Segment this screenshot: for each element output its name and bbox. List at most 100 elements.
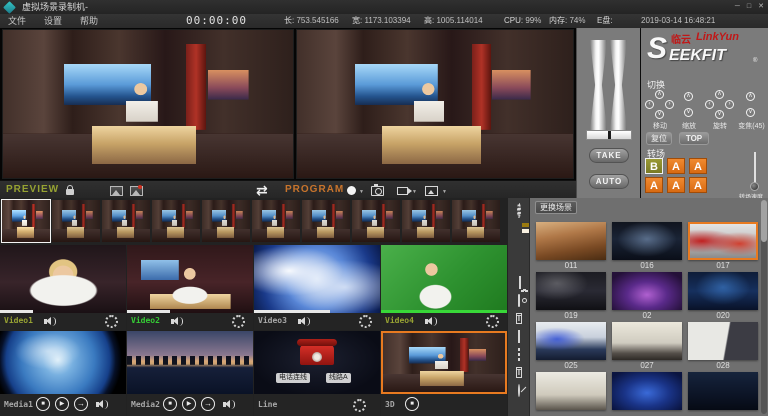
- chevron-up-icon[interactable]: [746, 92, 755, 101]
- tbar-handle-left[interactable]: [590, 40, 607, 130]
- transition-key-a1[interactable]: A: [667, 158, 685, 174]
- scene-thumb-028[interactable]: [688, 322, 758, 360]
- disable-icon[interactable]: [513, 385, 525, 397]
- save-scene-icon[interactable]: [513, 223, 525, 235]
- stop-icon[interactable]: [163, 397, 177, 411]
- chevron-right-icon[interactable]: [665, 100, 674, 109]
- transition-speed-knob[interactable]: [750, 182, 759, 191]
- transition-key-a3[interactable]: A: [645, 177, 663, 193]
- gear-icon[interactable]: [232, 315, 245, 328]
- overlay-image-remove-icon[interactable]: [130, 186, 143, 196]
- gear-icon[interactable]: [105, 315, 118, 328]
- loop-icon[interactable]: [74, 397, 88, 411]
- gear-icon[interactable]: [359, 315, 372, 328]
- lock-icon[interactable]: [66, 189, 74, 195]
- play-icon[interactable]: [55, 397, 69, 411]
- scene-thumb-row4-1[interactable]: [536, 372, 606, 410]
- take-button[interactable]: TAKE: [589, 148, 629, 163]
- chevron-down-icon[interactable]: [655, 110, 664, 119]
- lighting-icon[interactable]: [513, 295, 525, 307]
- chevron-down-icon[interactable]: [746, 108, 755, 117]
- camera-angle-thumb-6[interactable]: [252, 200, 300, 242]
- scene-thumb-019[interactable]: [536, 272, 606, 310]
- speaker-icon[interactable]: [171, 317, 183, 326]
- auto-button[interactable]: AUTO: [589, 174, 629, 189]
- transition-key-b[interactable]: B: [645, 158, 663, 174]
- change-scene-tab[interactable]: 更换场景: [535, 201, 577, 214]
- media2-thumbnail[interactable]: [127, 331, 253, 394]
- scene-thumb-020[interactable]: [688, 272, 758, 310]
- chevron-right-icon[interactable]: [725, 100, 734, 109]
- picture-caret-icon[interactable]: ▼: [442, 189, 447, 195]
- settings-gear-icon[interactable]: [513, 205, 525, 217]
- transition-speed-slider[interactable]: [754, 152, 756, 186]
- 3d-scene-thumbnail[interactable]: [381, 331, 507, 394]
- stop-icon[interactable]: [405, 397, 419, 411]
- capture-caret-icon[interactable]: ▼: [412, 189, 417, 195]
- swap-preview-program-icon[interactable]: ⇄: [256, 182, 268, 199]
- transition-key-a2[interactable]: A: [689, 158, 707, 174]
- camera-angle-thumb-10[interactable]: [452, 200, 500, 242]
- stop-icon[interactable]: [36, 397, 50, 411]
- camera-angle-thumb-2[interactable]: [52, 200, 100, 242]
- monitor-icon[interactable]: [513, 277, 525, 289]
- layout-grid-icon[interactable]: [513, 241, 525, 253]
- play-icon[interactable]: [182, 397, 196, 411]
- line-thumbnail[interactable]: 电话连线 线路A: [254, 331, 380, 394]
- scene-thumb-016[interactable]: [612, 222, 682, 260]
- scene-thumb-02[interactable]: [612, 272, 682, 310]
- video1-thumbnail[interactable]: [0, 245, 126, 313]
- speaker-icon[interactable]: [44, 317, 56, 326]
- scene-thumb-027[interactable]: [612, 322, 682, 360]
- scene-scrollbar[interactable]: [761, 200, 767, 414]
- camera-angle-thumb-7[interactable]: [302, 200, 350, 242]
- scene-thumb-row4-2[interactable]: [612, 372, 682, 410]
- maximize-button[interactable]: □: [747, 0, 751, 14]
- layers-icon[interactable]: [513, 331, 525, 343]
- close-button[interactable]: ✕: [758, 0, 764, 14]
- video4-thumbnail[interactable]: [381, 245, 507, 313]
- camera-angle-thumb-1[interactable]: [2, 200, 50, 242]
- camera-angle-thumb-3[interactable]: [102, 200, 150, 242]
- tbar-base[interactable]: [586, 130, 632, 140]
- video-capture-icon[interactable]: [397, 187, 408, 195]
- scene-thumb-011[interactable]: [536, 222, 606, 260]
- playlist-icon[interactable]: [513, 259, 525, 271]
- snapshot-camera-icon[interactable]: [371, 186, 384, 196]
- gear-icon[interactable]: [486, 315, 499, 328]
- chevron-down-icon[interactable]: [684, 108, 693, 117]
- scene-thumb-row4-3[interactable]: [688, 372, 758, 410]
- camera-angle-thumb-8[interactable]: [352, 200, 400, 242]
- chevron-left-icon[interactable]: [645, 100, 654, 109]
- phone-connect-button[interactable]: 电话连线: [276, 373, 310, 383]
- chevron-left-icon[interactable]: [705, 100, 714, 109]
- picture-output-icon[interactable]: [425, 186, 438, 196]
- overlay-image-icon[interactable]: [110, 186, 123, 196]
- preview-monitor[interactable]: [2, 29, 294, 179]
- chevron-down-icon[interactable]: [715, 110, 724, 119]
- chevron-up-icon[interactable]: [715, 90, 724, 99]
- reset-button[interactable]: 复位: [646, 132, 672, 145]
- video2-thumbnail[interactable]: [127, 245, 253, 313]
- gear-icon[interactable]: [353, 399, 366, 412]
- scene-thumb-017-selected[interactable]: [688, 222, 758, 260]
- camera-angle-thumb-9[interactable]: [402, 200, 450, 242]
- scene-thumb-025[interactable]: [536, 322, 606, 360]
- subtitle-icon[interactable]: T: [513, 367, 525, 379]
- frame-icon[interactable]: [513, 349, 525, 361]
- speaker-icon[interactable]: [223, 400, 235, 409]
- scene-scrollbar-thumb[interactable]: [761, 200, 767, 242]
- menu-file[interactable]: 文件: [8, 14, 26, 28]
- speaker-icon[interactable]: [298, 317, 310, 326]
- camera-angle-thumb-5[interactable]: [202, 200, 250, 242]
- menu-settings[interactable]: 设置: [44, 14, 62, 28]
- loop-icon[interactable]: [201, 397, 215, 411]
- program-monitor[interactable]: [296, 29, 574, 179]
- line-a-button[interactable]: 线路A: [326, 373, 351, 383]
- speaker-icon[interactable]: [425, 317, 437, 326]
- record-icon[interactable]: [347, 186, 356, 195]
- camera-angle-thumb-4[interactable]: [152, 200, 200, 242]
- chevron-up-icon[interactable]: [684, 92, 693, 101]
- transition-key-a4[interactable]: A: [667, 177, 685, 193]
- tbar-handle-right[interactable]: [610, 40, 627, 130]
